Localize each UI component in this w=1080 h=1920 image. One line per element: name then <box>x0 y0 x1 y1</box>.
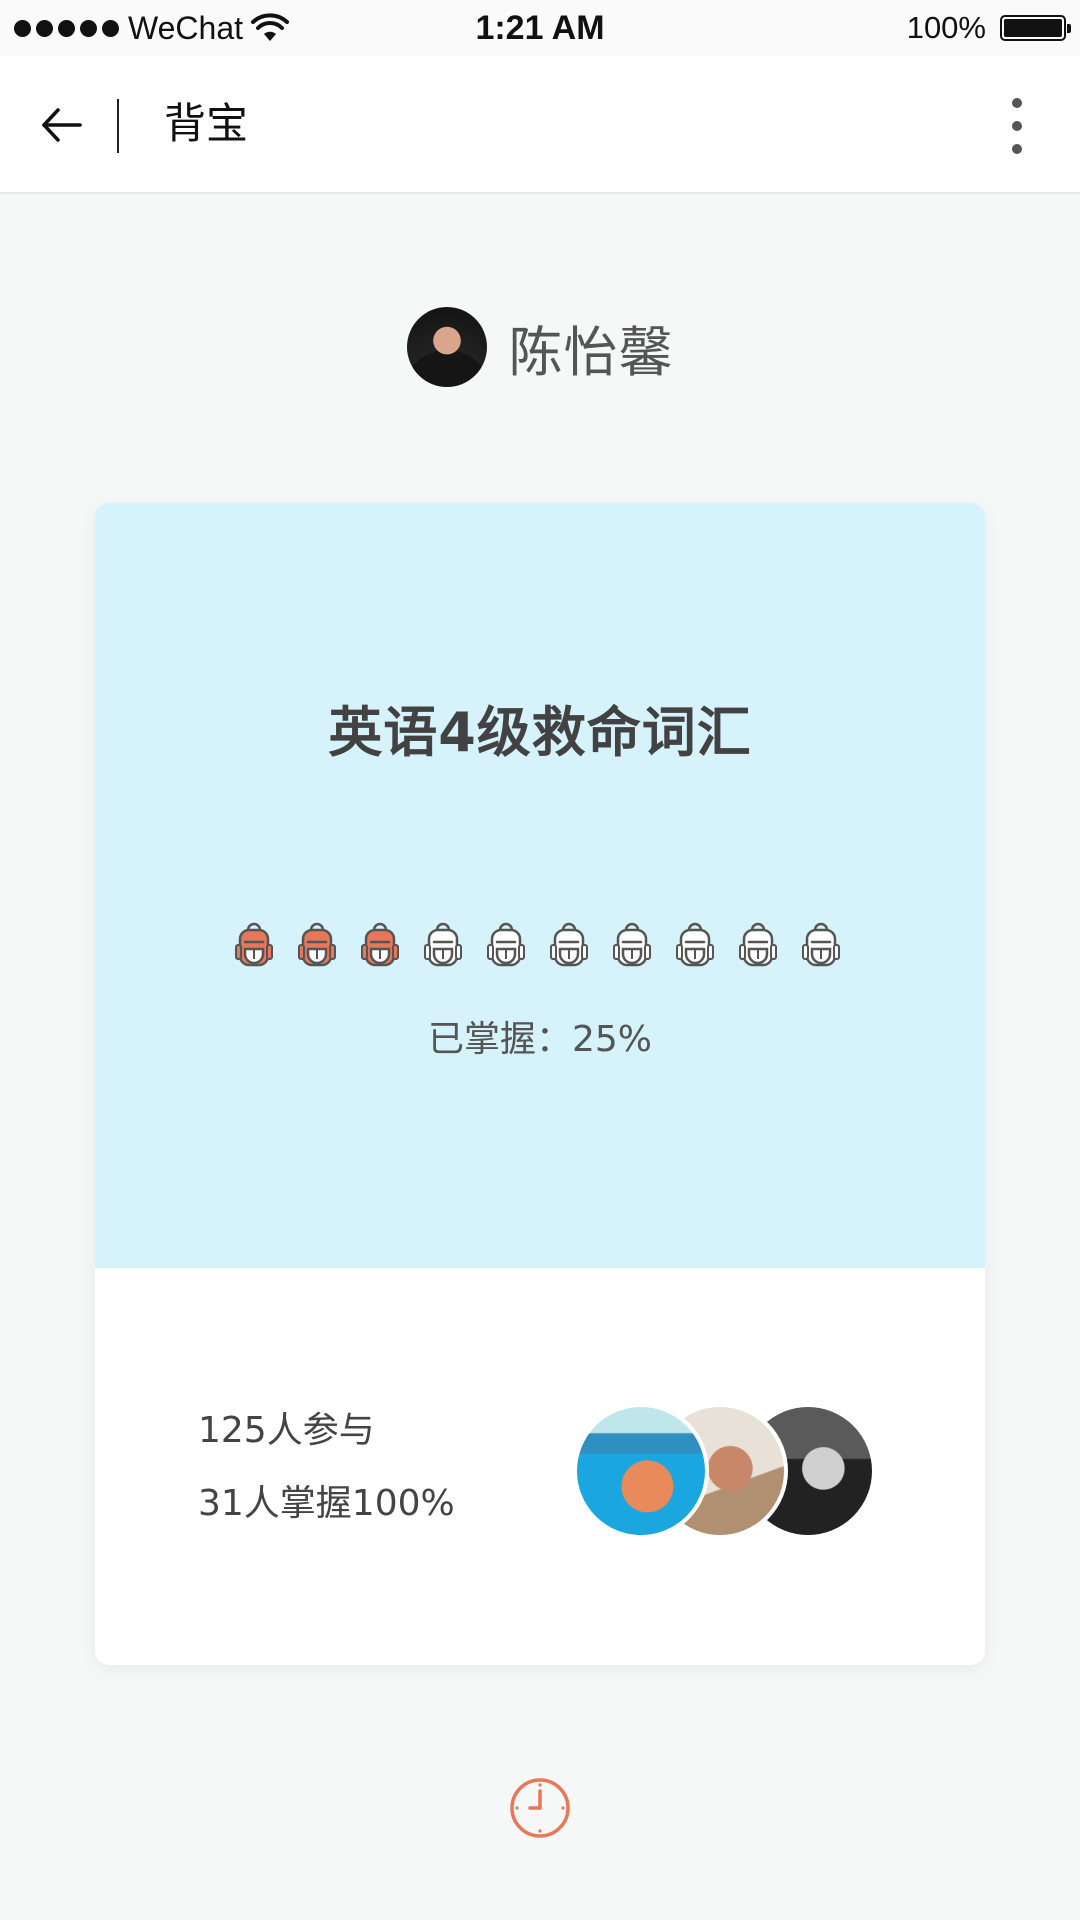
arrow-left-icon[interactable] <box>36 100 86 150</box>
backpack-icon <box>676 922 714 967</box>
progress-label: 已掌握：25% <box>427 1019 653 1060</box>
vocab-card[interactable]: 英语4级救命词汇 已掌握：25% 125人参与 31人掌握100% <box>95 503 985 1665</box>
battery-icon <box>1000 15 1071 41</box>
card-header: 英语4级救命词汇 已掌握：25% <box>95 503 985 1268</box>
mastered-count: 31人掌握100% <box>198 1483 455 1524</box>
participant-avatars[interactable] <box>573 1403 883 1539</box>
backpack-icon <box>739 922 777 967</box>
progress-icons <box>234 921 841 971</box>
backpack-icon <box>235 922 273 967</box>
battery-percent: 100% <box>906 10 986 45</box>
backpack-icon <box>487 922 525 967</box>
page-title: 背宝 <box>164 99 249 148</box>
backpack-icon <box>361 922 399 967</box>
user-header: 陈怡馨 <box>0 306 1080 388</box>
backpack-icon <box>424 922 462 967</box>
clock-icon[interactable] <box>508 1776 572 1840</box>
backpack-icon <box>802 922 840 967</box>
vertical-dots-icon[interactable] <box>1000 94 1034 154</box>
avatar[interactable] <box>406 307 487 387</box>
status-bar: WeChat 1:21 AM 100% <box>0 0 1080 56</box>
backpack-icon <box>550 922 588 967</box>
card-stats: 125人参与 31人掌握100% <box>198 1409 455 1526</box>
participants-count: 125人参与 <box>198 1410 375 1451</box>
backpack-icon <box>298 922 336 967</box>
nav-divider <box>117 99 119 153</box>
user-name: 陈怡馨 <box>508 320 674 384</box>
nav-bar: 背宝 <box>0 56 1080 194</box>
card-title: 英语4级救命词汇 <box>328 701 752 764</box>
backpack-icon <box>613 922 651 967</box>
participant-avatar[interactable] <box>573 1403 709 1539</box>
